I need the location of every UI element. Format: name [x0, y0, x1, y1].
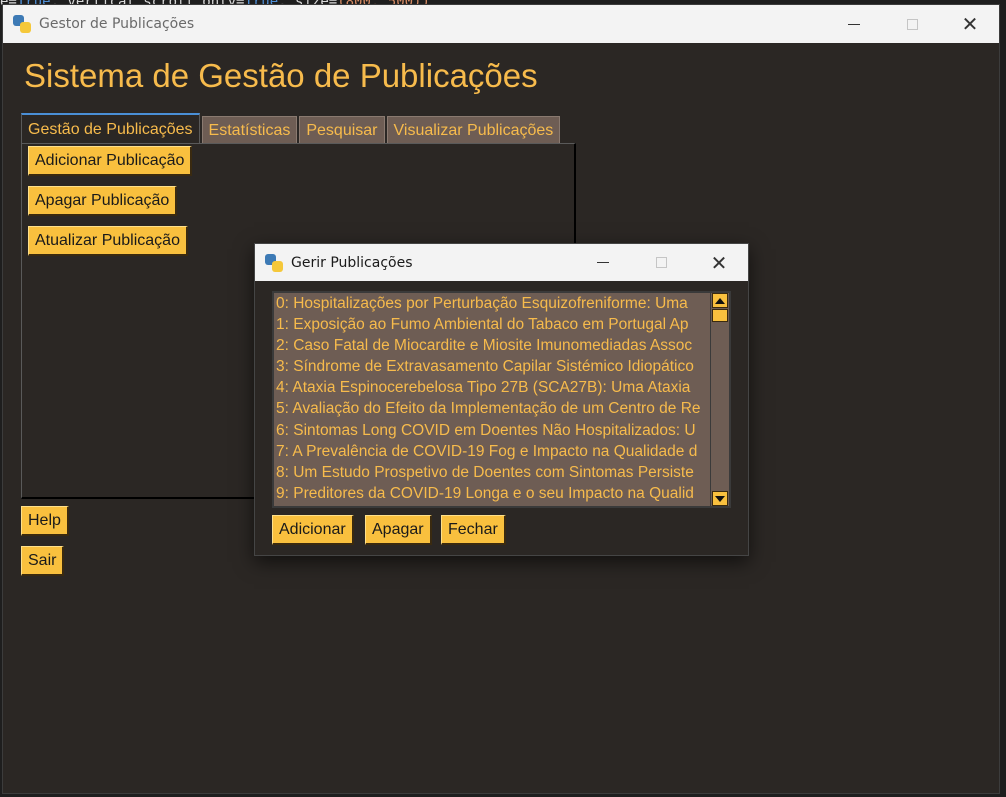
manage-publications-dialog: Gerir Publicações ✕ 0: Hospitalizações p… [254, 243, 749, 556]
list-item[interactable]: 2: Caso Fatal de Miocardite e Miosite Im… [274, 335, 710, 356]
list-item[interactable]: 0: Hospitalizações por Perturbação Esqui… [274, 293, 710, 314]
list-item[interactable]: 8: Um Estudo Prospetivo de Doentes com S… [274, 462, 710, 483]
minimize-button[interactable] [825, 5, 883, 43]
scroll-down-button[interactable] [712, 491, 728, 506]
window-title: Gestor de Publicações [39, 16, 195, 32]
help-button[interactable]: Help [21, 506, 69, 536]
tab-estatisticas[interactable]: Estatísticas [201, 116, 298, 144]
maximize-icon [906, 18, 918, 30]
dialog-delete-button[interactable]: Apagar [365, 515, 432, 545]
scroll-thumb[interactable] [712, 309, 728, 322]
maximize-icon [655, 257, 667, 268]
python-app-icon [265, 253, 283, 272]
dialog-maximize-button[interactable] [632, 244, 690, 281]
tab-gestao-publicacoes[interactable]: Gestão de Publicações [21, 113, 200, 144]
dialog-title: Gerir Publicações [291, 254, 413, 271]
dialog-add-button[interactable]: Adicionar [272, 515, 354, 545]
close-icon: ✕ [710, 250, 728, 275]
listbox-scrollbar[interactable] [710, 293, 729, 506]
list-item[interactable]: 7: A Prevalência de COVID-19 Fog e Impac… [274, 441, 710, 462]
exit-button[interactable]: Sair [21, 546, 65, 576]
arrow-down-icon [715, 495, 725, 502]
window-controls: ✕ [825, 5, 999, 43]
delete-publication-button[interactable]: Apagar Publicação [28, 186, 178, 216]
list-item[interactable]: 4: Ataxia Espinocerebelosa Tipo 27B (SCA… [274, 377, 710, 398]
add-publication-button[interactable]: Adicionar Publicação [28, 146, 193, 176]
publications-listbox[interactable]: 0: Hospitalizações por Perturbação Esqui… [272, 291, 731, 508]
list-item[interactable]: 1: Exposição ao Fumo Ambiental do Tabaco… [274, 314, 710, 335]
python-app-icon [13, 15, 31, 33]
scroll-up-button[interactable] [712, 293, 728, 308]
dialog-window-controls: ✕ [574, 244, 748, 282]
arrow-up-icon [715, 297, 725, 304]
app-title: Sistema de Gestão de Publicações [24, 57, 538, 94]
dialog-close-button[interactable]: ✕ [690, 244, 748, 281]
dialog-minimize-button[interactable] [574, 244, 632, 281]
tab-pesquisar[interactable]: Pesquisar [299, 116, 385, 144]
dialog-titlebar[interactable]: Gerir Publicações ✕ [255, 244, 748, 281]
dialog-close-dialog-button[interactable]: Fechar [441, 515, 506, 545]
minimize-icon [597, 262, 609, 263]
tab-bar: Gestão de Publicações Estatísticas Pesqu… [21, 112, 562, 144]
close-icon: ✕ [961, 12, 979, 36]
list-item[interactable]: 5: Avaliação do Efeito da Implementação … [274, 398, 710, 419]
close-button[interactable]: ✕ [941, 5, 999, 43]
update-publication-button[interactable]: Atualizar Publicação [28, 226, 188, 256]
listbox-items: 0: Hospitalizações por Perturbação Esqui… [274, 293, 710, 506]
list-item[interactable]: 3: Síndrome de Extravasamento Capilar Si… [274, 356, 710, 377]
tab-visualizar-publicacoes[interactable]: Visualizar Publicações [386, 116, 561, 144]
list-item[interactable]: 6: Sintomas Long COVID em Doentes Não Ho… [274, 420, 710, 441]
list-item[interactable]: 9: Preditores da COVID-19 Longa e o seu … [274, 483, 710, 504]
minimize-icon [848, 23, 860, 25]
main-titlebar[interactable]: Gestor de Publicações ✕ [3, 5, 999, 43]
maximize-button[interactable] [883, 5, 941, 43]
